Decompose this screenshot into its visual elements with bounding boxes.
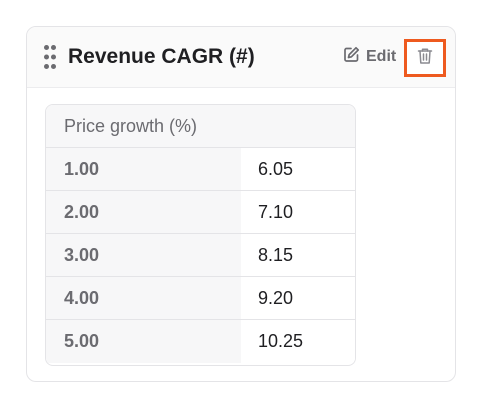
table-row: 2.00 7.10: [46, 191, 355, 234]
pencil-square-icon: [343, 46, 360, 68]
row-key: 3.00: [46, 234, 241, 276]
drag-handle-icon[interactable]: [43, 44, 57, 70]
data-table: Price growth (%) 1.00 6.05 2.00 7.10 3.0…: [45, 104, 356, 366]
row-key: 5.00: [46, 320, 241, 363]
row-value: 7.10: [241, 191, 355, 233]
row-key: 1.00: [46, 148, 241, 190]
table-header: Price growth (%): [46, 105, 355, 148]
row-key: 2.00: [46, 191, 241, 233]
widget-header: Revenue CAGR (#) Edit: [27, 27, 455, 88]
table-row: 1.00 6.05: [46, 148, 355, 191]
table-row: 4.00 9.20: [46, 277, 355, 320]
edit-label: Edit: [366, 48, 397, 65]
widget-title: Revenue CAGR (#): [68, 45, 255, 68]
row-value: 8.15: [241, 234, 355, 276]
table-row: 3.00 8.15: [46, 234, 355, 277]
row-value: 6.05: [241, 148, 355, 190]
row-value: 10.25: [241, 320, 355, 363]
row-key: 4.00: [46, 277, 241, 319]
widget-card: Revenue CAGR (#) Edit Price growth (%) 1…: [26, 26, 456, 382]
row-value: 9.20: [241, 277, 355, 319]
trash-icon: [417, 47, 433, 70]
delete-button[interactable]: [404, 39, 446, 77]
edit-button[interactable]: Edit: [343, 45, 396, 69]
table-row: 5.00 10.25: [46, 320, 355, 363]
